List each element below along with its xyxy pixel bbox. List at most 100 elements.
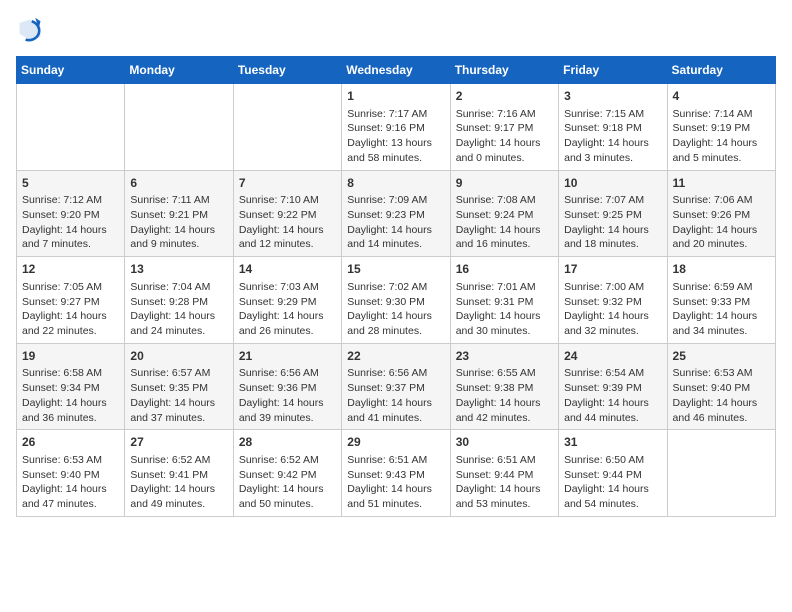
cell-content-line: and 7 minutes. — [22, 238, 91, 250]
calendar-cell: 9Sunrise: 7:08 AMSunset: 9:24 PMDaylight… — [450, 170, 558, 257]
cell-content-line: Sunrise: 6:52 AM — [130, 454, 210, 466]
day-number: 22 — [347, 348, 444, 365]
cell-content-line: Sunset: 9:20 PM — [22, 209, 100, 221]
calendar-cell: 13Sunrise: 7:04 AMSunset: 9:28 PMDayligh… — [125, 257, 233, 344]
cell-content-line: Daylight: 14 hours — [673, 397, 758, 409]
day-number: 5 — [22, 175, 119, 192]
cell-content-line: Sunrise: 6:50 AM — [564, 454, 644, 466]
cell-content-line: Sunset: 9:17 PM — [456, 122, 534, 134]
calendar-cell: 26Sunrise: 6:53 AMSunset: 9:40 PMDayligh… — [17, 430, 125, 517]
cell-content-line: Daylight: 14 hours — [130, 310, 215, 322]
cell-content-line: Sunset: 9:24 PM — [456, 209, 534, 221]
cell-content-line: Sunset: 9:23 PM — [347, 209, 425, 221]
cell-content-line: Sunrise: 6:56 AM — [347, 367, 427, 379]
cell-content-line: Sunset: 9:33 PM — [673, 296, 751, 308]
cell-content-line: Sunset: 9:30 PM — [347, 296, 425, 308]
cell-content-line: Daylight: 14 hours — [347, 397, 432, 409]
cell-content-line: Daylight: 14 hours — [456, 483, 541, 495]
cell-content-line: and 37 minutes. — [130, 412, 205, 424]
logo — [16, 16, 48, 44]
day-number: 3 — [564, 88, 661, 105]
cell-content-line: Daylight: 14 hours — [673, 310, 758, 322]
calendar-cell — [667, 430, 775, 517]
cell-content-line: Sunrise: 7:01 AM — [456, 281, 536, 293]
cell-content-line: and 49 minutes. — [130, 498, 205, 510]
cell-content-line: Sunset: 9:44 PM — [456, 469, 534, 481]
calendar-week-row: 26Sunrise: 6:53 AMSunset: 9:40 PMDayligh… — [17, 430, 776, 517]
cell-content-line: and 28 minutes. — [347, 325, 422, 337]
cell-content-line: Sunset: 9:38 PM — [456, 382, 534, 394]
cell-content-line: Sunrise: 7:11 AM — [130, 194, 209, 206]
calendar-week-row: 1Sunrise: 7:17 AMSunset: 9:16 PMDaylight… — [17, 84, 776, 171]
cell-content-line: Daylight: 14 hours — [456, 310, 541, 322]
cell-content-line: Sunset: 9:39 PM — [564, 382, 642, 394]
cell-content-line: Daylight: 14 hours — [130, 224, 215, 236]
cell-content-line: and 14 minutes. — [347, 238, 422, 250]
calendar-cell: 15Sunrise: 7:02 AMSunset: 9:30 PMDayligh… — [342, 257, 450, 344]
cell-content-line: Sunrise: 7:17 AM — [347, 108, 427, 120]
cell-content-line: Sunset: 9:41 PM — [130, 469, 208, 481]
calendar-cell — [233, 84, 341, 171]
day-number: 16 — [456, 261, 553, 278]
day-number: 14 — [239, 261, 336, 278]
cell-content-line: and 42 minutes. — [456, 412, 531, 424]
cell-content-line: Daylight: 14 hours — [22, 310, 107, 322]
day-number: 13 — [130, 261, 227, 278]
calendar-cell: 19Sunrise: 6:58 AMSunset: 9:34 PMDayligh… — [17, 343, 125, 430]
day-number: 25 — [673, 348, 770, 365]
calendar-cell: 28Sunrise: 6:52 AMSunset: 9:42 PMDayligh… — [233, 430, 341, 517]
cell-content-line: and 16 minutes. — [456, 238, 531, 250]
cell-content-line: Sunrise: 7:08 AM — [456, 194, 536, 206]
cell-content-line: Sunrise: 6:57 AM — [130, 367, 210, 379]
calendar-cell: 1Sunrise: 7:17 AMSunset: 9:16 PMDaylight… — [342, 84, 450, 171]
day-number: 26 — [22, 434, 119, 451]
cell-content-line: Sunset: 9:26 PM — [673, 209, 751, 221]
cell-content-line: Daylight: 14 hours — [673, 137, 758, 149]
calendar-cell: 27Sunrise: 6:52 AMSunset: 9:41 PMDayligh… — [125, 430, 233, 517]
calendar-cell: 6Sunrise: 7:11 AMSunset: 9:21 PMDaylight… — [125, 170, 233, 257]
cell-content-line: and 50 minutes. — [239, 498, 314, 510]
day-number: 29 — [347, 434, 444, 451]
calendar-cell: 20Sunrise: 6:57 AMSunset: 9:35 PMDayligh… — [125, 343, 233, 430]
calendar-cell: 25Sunrise: 6:53 AMSunset: 9:40 PMDayligh… — [667, 343, 775, 430]
cell-content-line: Sunrise: 7:15 AM — [564, 108, 644, 120]
cell-content-line: and 58 minutes. — [347, 152, 422, 164]
cell-content-line: and 34 minutes. — [673, 325, 748, 337]
cell-content-line: and 5 minutes. — [673, 152, 742, 164]
calendar-cell: 22Sunrise: 6:56 AMSunset: 9:37 PMDayligh… — [342, 343, 450, 430]
cell-content-line: and 41 minutes. — [347, 412, 422, 424]
cell-content-line: Sunrise: 6:52 AM — [239, 454, 319, 466]
cell-content-line: Daylight: 14 hours — [347, 224, 432, 236]
calendar-week-row: 12Sunrise: 7:05 AMSunset: 9:27 PMDayligh… — [17, 257, 776, 344]
day-number: 21 — [239, 348, 336, 365]
calendar-cell: 5Sunrise: 7:12 AMSunset: 9:20 PMDaylight… — [17, 170, 125, 257]
calendar-cell: 17Sunrise: 7:00 AMSunset: 9:32 PMDayligh… — [559, 257, 667, 344]
cell-content-line: and 46 minutes. — [673, 412, 748, 424]
day-number: 20 — [130, 348, 227, 365]
cell-content-line: and 36 minutes. — [22, 412, 97, 424]
day-number: 31 — [564, 434, 661, 451]
cell-content-line: Sunset: 9:42 PM — [239, 469, 317, 481]
day-header-saturday: Saturday — [667, 57, 775, 84]
cell-content-line: Daylight: 14 hours — [673, 224, 758, 236]
cell-content-line: Daylight: 14 hours — [22, 483, 107, 495]
cell-content-line: Daylight: 14 hours — [130, 397, 215, 409]
cell-content-line: and 22 minutes. — [22, 325, 97, 337]
header — [16, 16, 776, 44]
cell-content-line: Sunset: 9:36 PM — [239, 382, 317, 394]
cell-content-line: Sunrise: 6:59 AM — [673, 281, 753, 293]
cell-content-line: Daylight: 14 hours — [564, 397, 649, 409]
calendar-week-row: 19Sunrise: 6:58 AMSunset: 9:34 PMDayligh… — [17, 343, 776, 430]
day-number: 15 — [347, 261, 444, 278]
cell-content-line: Daylight: 14 hours — [456, 224, 541, 236]
calendar-cell: 29Sunrise: 6:51 AMSunset: 9:43 PMDayligh… — [342, 430, 450, 517]
calendar-cell: 11Sunrise: 7:06 AMSunset: 9:26 PMDayligh… — [667, 170, 775, 257]
cell-content-line: Sunrise: 6:55 AM — [456, 367, 536, 379]
day-number: 23 — [456, 348, 553, 365]
cell-content-line: and 9 minutes. — [130, 238, 199, 250]
day-number: 10 — [564, 175, 661, 192]
calendar-header-row: SundayMondayTuesdayWednesdayThursdayFrid… — [17, 57, 776, 84]
cell-content-line: Sunset: 9:22 PM — [239, 209, 317, 221]
cell-content-line: Daylight: 14 hours — [347, 483, 432, 495]
cell-content-line: Sunset: 9:21 PM — [130, 209, 208, 221]
